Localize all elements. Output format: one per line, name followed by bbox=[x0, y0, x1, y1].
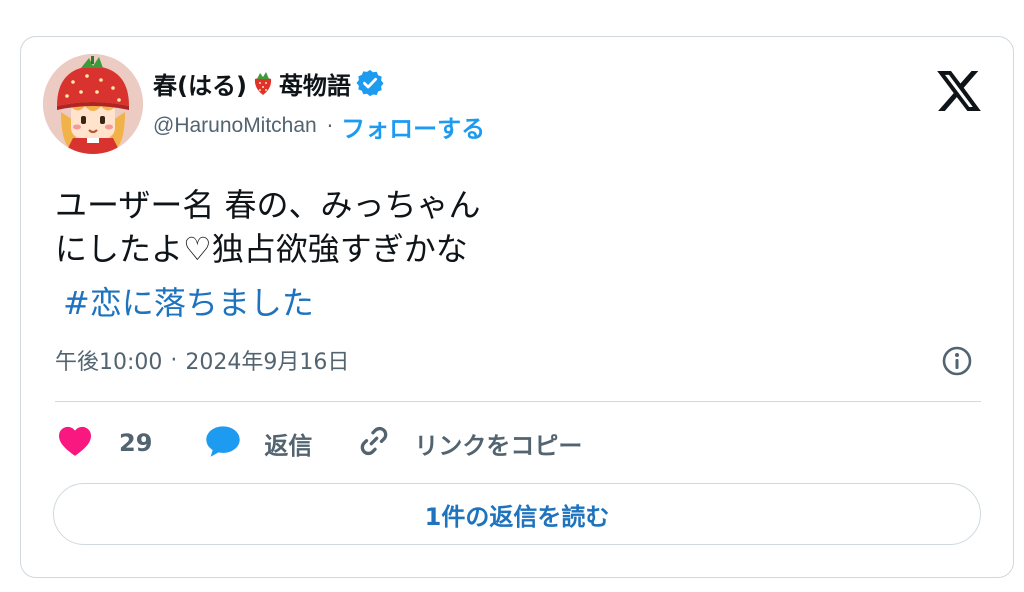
link-icon bbox=[356, 423, 392, 463]
avatar[interactable] bbox=[43, 54, 143, 154]
x-logo-icon[interactable] bbox=[937, 71, 981, 111]
tweet-text-line-1: ユーザー名 春の、みっちゃん bbox=[55, 186, 481, 224]
reply-button[interactable]: 返信 bbox=[204, 424, 312, 462]
author-name[interactable]: 春(はる) 苺物語 bbox=[153, 65, 385, 101]
post-date: 2024年9月16日 bbox=[185, 350, 350, 375]
divider bbox=[55, 401, 981, 402]
action-bar: 29 返信 リンクをコピー bbox=[57, 421, 582, 465]
info-icon[interactable] bbox=[941, 345, 973, 377]
display-name-suffix: 苺物語 bbox=[278, 71, 351, 100]
strawberry-icon bbox=[252, 70, 274, 96]
timestamp[interactable]: 午後10:00 · 2024年9月16日 bbox=[55, 343, 349, 377]
like-count: 29 bbox=[119, 429, 153, 457]
timestamp-separator: · bbox=[170, 347, 178, 373]
hashtag-link[interactable]: #恋に落ちました bbox=[63, 281, 314, 325]
tweet-text-line-2: にしたよ♡独占欲強すぎかな bbox=[55, 230, 468, 268]
speech-bubble-icon bbox=[204, 424, 242, 462]
read-replies-button[interactable]: 1件の返信を読む bbox=[53, 483, 981, 545]
tweet-text: ユーザー名 春の、みっちゃん にしたよ♡独占欲強すぎかな bbox=[55, 183, 955, 271]
author-handle-row: @HarunoMitchan · フォローする bbox=[153, 109, 485, 143]
reply-label: 返信 bbox=[264, 431, 313, 460]
display-name-prefix: 春(はる) bbox=[153, 71, 247, 100]
author-handle[interactable]: @HarunoMitchan bbox=[153, 114, 317, 138]
copy-link-label: リンクをコピー bbox=[414, 431, 583, 460]
handle-separator: · bbox=[326, 114, 334, 138]
tweet-embed-card: 春(はる) 苺物語 @HarunoMitchan · フォローする ユーザー名 … bbox=[20, 36, 1014, 578]
verified-badge-icon[interactable] bbox=[355, 68, 385, 98]
strawberry-hat-girl-avatar-icon bbox=[43, 54, 143, 154]
like-button[interactable]: 29 bbox=[57, 425, 152, 461]
heart-icon bbox=[57, 425, 93, 461]
post-time: 午後10:00 bbox=[55, 350, 163, 375]
follow-button[interactable]: フォローする bbox=[341, 109, 485, 144]
copy-link-button[interactable]: リンクをコピー bbox=[356, 423, 582, 463]
